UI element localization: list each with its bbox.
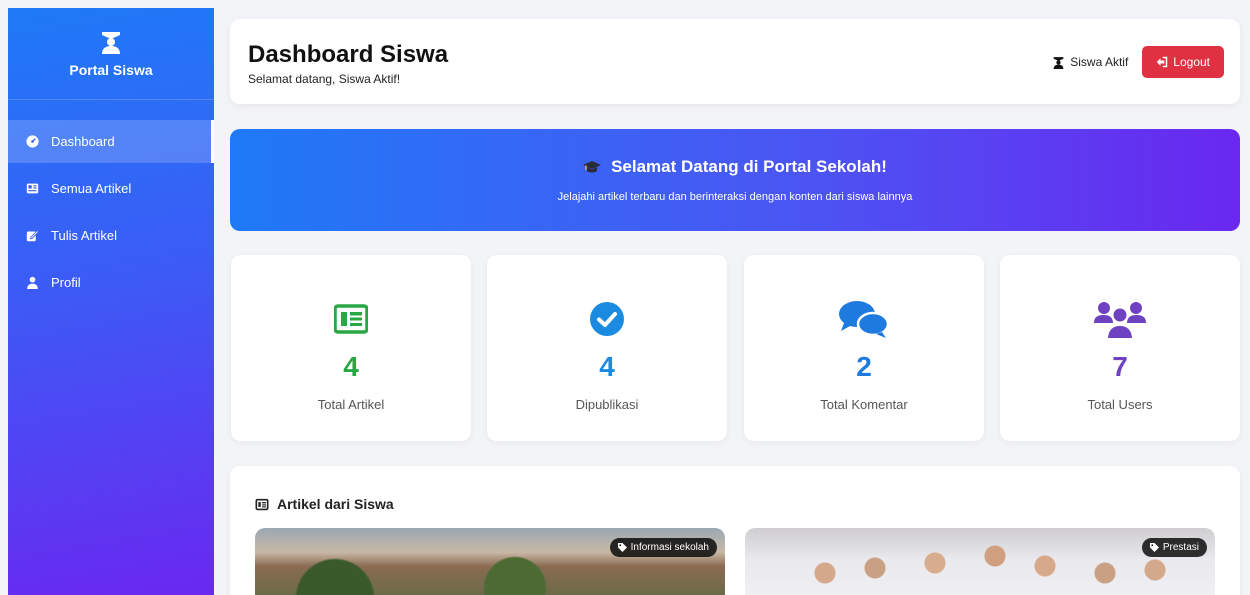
stat-label: Total Komentar xyxy=(820,397,908,412)
sidebar-item-semua-artikel[interactable]: Semua Artikel xyxy=(8,167,214,210)
edit-icon xyxy=(26,230,39,242)
sidebar-nav: Dashboard Semua Artikel Tulis Artikel Pr… xyxy=(8,120,214,304)
user-name: Siswa Aktif xyxy=(1070,55,1129,69)
stat-value: 4 xyxy=(343,351,359,382)
user-chip[interactable]: Siswa Aktif xyxy=(1052,55,1128,69)
comments-icon xyxy=(839,301,890,338)
articles-section: Artikel dari Siswa Informasi sekolah Pre… xyxy=(230,466,1240,595)
welcome-banner: Selamat Datang di Portal Sekolah! Jelaja… xyxy=(230,129,1240,231)
sidebar-item-label: Semua Artikel xyxy=(51,181,132,196)
stat-value: 4 xyxy=(599,351,615,382)
category-tag: Prestasi xyxy=(1141,538,1207,557)
newspaper-icon xyxy=(334,304,368,334)
page-header: Dashboard Siswa Selamat datang, Siswa Ak… xyxy=(230,19,1240,104)
banner-subtitle: Jelajahi artikel terbaru dan berinteraks… xyxy=(557,191,913,203)
section-title: Artikel dari Siswa xyxy=(255,496,394,512)
logout-icon xyxy=(1157,56,1168,68)
stat-card-total-users[interactable]: 7 Total Users xyxy=(1000,255,1240,441)
stat-label: Dipublikasi xyxy=(575,397,639,412)
tag-icon xyxy=(617,543,627,552)
newspaper-icon xyxy=(26,183,39,194)
stat-value: 2 xyxy=(856,351,872,382)
section-title-label: Artikel dari Siswa xyxy=(277,496,394,512)
tag-icon xyxy=(1149,543,1159,552)
logout-button[interactable]: Logout xyxy=(1142,46,1224,78)
header-actions: Siswa Aktif Logout xyxy=(1052,46,1224,78)
sidebar-item-label: Tulis Artikel xyxy=(51,228,117,243)
brand-title: Portal Siswa xyxy=(69,61,153,78)
sidebar: Portal Siswa Dashboard Semua Artikel Tul… xyxy=(8,8,214,595)
sidebar-item-tulis-artikel[interactable]: Tulis Artikel xyxy=(8,214,214,257)
sidebar-item-label: Dashboard xyxy=(51,134,115,149)
stat-label: Total Users xyxy=(1087,397,1153,412)
newspaper-icon xyxy=(255,498,269,510)
article-card[interactable]: Prestasi xyxy=(745,528,1215,595)
article-image xyxy=(745,528,1215,595)
users-icon xyxy=(1094,302,1146,339)
graduate-icon xyxy=(1053,56,1064,69)
article-card[interactable]: Informasi sekolah xyxy=(255,528,725,595)
banner-title-row: Selamat Datang di Portal Sekolah! xyxy=(583,157,887,177)
sidebar-item-dashboard[interactable]: Dashboard xyxy=(8,120,214,163)
graduation-cap-icon xyxy=(583,161,602,173)
stat-value: 7 xyxy=(1112,351,1128,382)
logout-label: Logout xyxy=(1173,55,1210,69)
tag-label: Prestasi xyxy=(1162,542,1199,553)
banner-title: Selamat Datang di Portal Sekolah! xyxy=(611,157,887,176)
stat-card-dipublikasi[interactable]: 4 Dipublikasi xyxy=(487,255,727,441)
user-icon xyxy=(27,276,38,289)
graduate-icon xyxy=(102,31,120,54)
dashboard-icon xyxy=(26,135,39,148)
tag-label: Informasi sekolah xyxy=(630,542,709,553)
stat-label: Total Artikel xyxy=(317,397,385,412)
stat-card-total-artikel[interactable]: 4 Total Artikel xyxy=(231,255,471,441)
stat-card-total-komentar[interactable]: 2 Total Komentar xyxy=(744,255,984,441)
sidebar-item-label: Profil xyxy=(51,275,81,290)
brand[interactable]: Portal Siswa xyxy=(8,8,214,100)
check-circle-icon xyxy=(590,302,624,336)
category-tag: Informasi sekolah xyxy=(609,538,717,557)
sidebar-item-profil[interactable]: Profil xyxy=(8,261,214,304)
